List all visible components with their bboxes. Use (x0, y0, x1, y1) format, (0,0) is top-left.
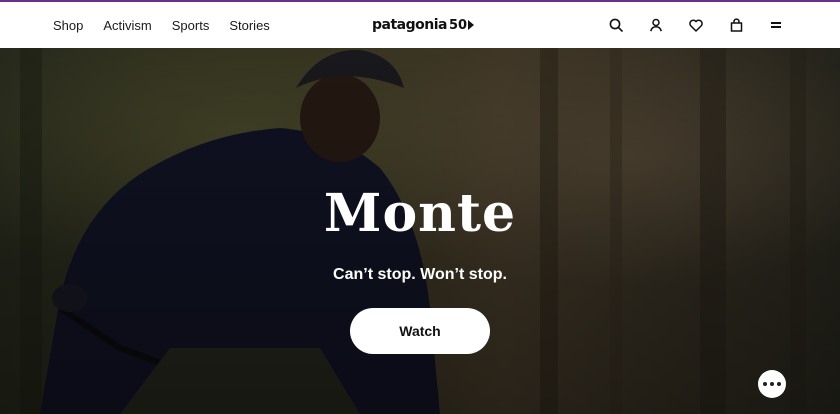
primary-nav: Shop Activism Sports Stories (53, 2, 270, 48)
nav-link-activism[interactable]: Activism (103, 18, 151, 33)
hero-section: Monte Can’t stop. Won’t stop. Watch (0, 48, 840, 414)
watch-button[interactable]: Watch (350, 308, 490, 354)
wishlist-icon[interactable] (688, 17, 704, 33)
ellipsis-icon (763, 382, 767, 386)
hero-subtitle: Can’t stop. Won’t stop. (333, 266, 507, 283)
cart-icon[interactable] (728, 17, 744, 33)
header-actions (608, 2, 784, 48)
brand-logo[interactable]: patagonia 50 (372, 14, 475, 36)
search-icon[interactable] (608, 17, 624, 33)
chat-bubble-button[interactable] (758, 370, 786, 398)
menu-icon[interactable] (768, 17, 784, 33)
nav-link-sports[interactable]: Sports (172, 18, 210, 33)
logo-wordmark: patagonia (372, 17, 447, 33)
logo-play-icon (468, 20, 475, 30)
logo-anniversary-number: 50 (448, 17, 468, 33)
hero-title: Monte (323, 183, 517, 244)
nav-link-shop[interactable]: Shop (53, 18, 83, 33)
account-icon[interactable] (648, 17, 664, 33)
nav-link-stories[interactable]: Stories (229, 18, 269, 33)
ellipsis-dot (777, 382, 781, 386)
site-header: Shop Activism Sports Stories patagonia 5… (0, 2, 840, 48)
ellipsis-dot (770, 382, 774, 386)
